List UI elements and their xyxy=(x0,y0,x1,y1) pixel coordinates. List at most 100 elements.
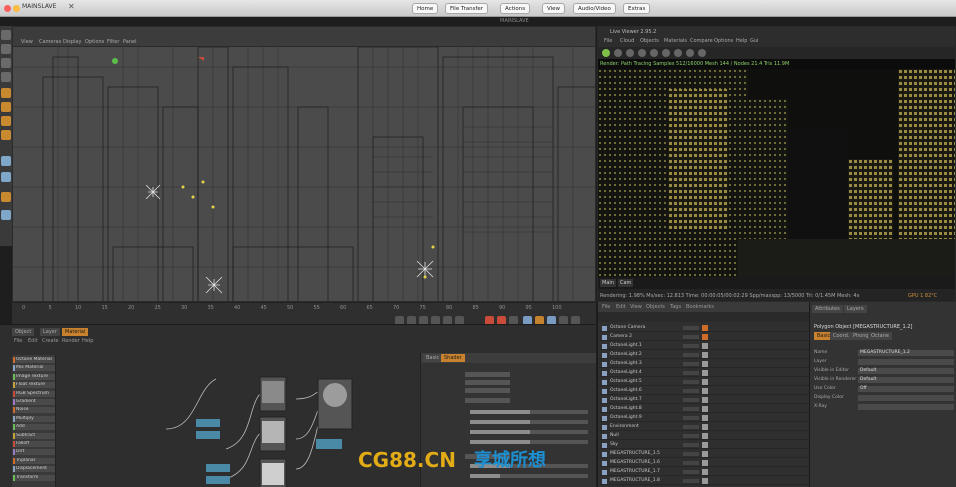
object-row[interactable]: OctaneLight.2 xyxy=(598,351,809,359)
attr-row[interactable] xyxy=(425,379,591,385)
attr-slider-row[interactable] xyxy=(425,429,591,435)
object-visibility-flags[interactable] xyxy=(683,452,699,456)
attr-slider-row[interactable] xyxy=(425,419,591,425)
viewport-menu-panel[interactable]: Panel xyxy=(123,39,137,45)
attr-tab-shader[interactable]: Shader xyxy=(441,354,465,362)
object-visibility-flags[interactable] xyxy=(683,407,699,411)
object-row[interactable]: Camera 2 xyxy=(598,333,809,341)
viewport-menu-cameras[interactable]: Cameras xyxy=(39,39,61,45)
close-tab-icon[interactable]: ✕ xyxy=(68,2,75,11)
props-tab-octane[interactable]: Octane xyxy=(868,332,892,340)
material-tag-icon[interactable] xyxy=(702,343,708,349)
node-list-item[interactable]: Noise xyxy=(13,407,55,414)
view-button[interactable]: View xyxy=(542,3,566,14)
object-visibility-flags[interactable] xyxy=(683,461,699,465)
object-row[interactable]: OctaneLight.3 xyxy=(598,360,809,368)
viewport-menu-options[interactable]: Options xyxy=(85,39,104,45)
obj-menu-edit[interactable]: Edit xyxy=(616,304,626,310)
object-row[interactable]: OctaneLight.7 xyxy=(598,396,809,404)
attr-slider-row[interactable] xyxy=(425,409,591,415)
object-visibility-flags[interactable] xyxy=(683,479,699,483)
viewport-menu-view[interactable]: View xyxy=(21,39,33,45)
attr-row[interactable] xyxy=(425,371,591,377)
object-row[interactable]: Null xyxy=(598,432,809,440)
object-visibility-flags[interactable] xyxy=(683,470,699,474)
object-row[interactable]: OctaneLight.1 xyxy=(598,342,809,350)
props-tab-attributes[interactable]: Attributes xyxy=(812,305,843,313)
property-row[interactable]: Visible in Renderer Default xyxy=(814,377,954,384)
object-visibility-flags[interactable] xyxy=(683,425,699,429)
attr-slider-row[interactable] xyxy=(425,473,591,479)
render-menu-materials[interactable]: Materials xyxy=(664,38,687,44)
node-list-item[interactable]: Triplanar xyxy=(13,457,55,464)
material-tag-icon[interactable] xyxy=(702,379,708,385)
render-menu-help[interactable]: Help xyxy=(736,38,747,44)
minimize-window-icon[interactable] xyxy=(13,5,20,12)
node-list-item[interactable]: RGB Spectrum xyxy=(13,390,55,397)
object-row[interactable]: OctaneLight.8 xyxy=(598,405,809,413)
snap-icon[interactable] xyxy=(1,172,11,182)
render-stop-icon[interactable] xyxy=(626,49,634,57)
object-visibility-flags[interactable] xyxy=(683,344,699,348)
move-tool-icon[interactable] xyxy=(1,44,11,54)
object-row[interactable]: MEGASTRUCTURE_1.8 xyxy=(598,477,809,485)
render-menu-compare[interactable]: Compare xyxy=(690,38,713,44)
viewport-menu-filter[interactable]: Filter xyxy=(107,39,119,45)
material-tag-icon[interactable] xyxy=(702,433,708,439)
property-row[interactable]: Visible in Editor Default xyxy=(814,368,954,375)
render-menu-cloud[interactable]: Cloud xyxy=(620,38,634,44)
object-visibility-flags[interactable] xyxy=(683,335,699,339)
menu-edit[interactable]: Edit xyxy=(28,338,38,344)
material-tag-icon[interactable] xyxy=(702,424,708,430)
render-pause-icon[interactable] xyxy=(638,49,646,57)
close-window-icon[interactable] xyxy=(4,5,11,12)
obj-menu-view[interactable]: View xyxy=(630,304,642,310)
property-value[interactable] xyxy=(858,404,954,410)
object-row[interactable]: MEGASTRUCTURE_1.7 xyxy=(598,468,809,476)
property-row[interactable]: Layer xyxy=(814,359,954,366)
property-value[interactable] xyxy=(858,359,954,365)
material-tag-icon[interactable] xyxy=(702,352,708,358)
property-row[interactable]: Name MEGASTRUCTURE_1.2 xyxy=(814,350,954,357)
property-value[interactable]: MEGASTRUCTURE_1.2 xyxy=(858,350,954,356)
node-list-item[interactable]: Displacement xyxy=(13,466,55,473)
material-tag-icon[interactable] xyxy=(702,388,708,394)
axis-icon[interactable] xyxy=(1,192,11,202)
property-value[interactable]: Off xyxy=(858,386,954,392)
property-value[interactable]: Default xyxy=(858,377,954,383)
obj-menu-bookmarks[interactable]: Bookmarks xyxy=(686,304,714,310)
material-tag-icon[interactable] xyxy=(702,370,708,376)
home-button[interactable]: Home xyxy=(412,3,439,14)
menu-render[interactable]: Render xyxy=(62,338,80,344)
actions-button[interactable]: Actions xyxy=(500,3,531,14)
object-visibility-flags[interactable] xyxy=(683,371,699,375)
file-transfer-button[interactable]: File Transfer xyxy=(445,3,489,14)
undo-icon[interactable] xyxy=(1,30,11,40)
render-settings-icon[interactable] xyxy=(650,49,658,57)
object-row[interactable]: OctaneLight.5 xyxy=(598,378,809,386)
object-row[interactable]: MEGASTRUCTURE_1.5 xyxy=(598,450,809,458)
material-tag-icon[interactable] xyxy=(702,325,708,331)
property-row[interactable]: X-Ray xyxy=(814,404,954,411)
material-tag-icon[interactable] xyxy=(702,460,708,466)
attr-row[interactable] xyxy=(425,397,591,403)
node-list-item[interactable]: Dirt xyxy=(13,449,55,456)
material-tag-icon[interactable] xyxy=(702,451,708,457)
material-tag-icon[interactable] xyxy=(702,361,708,367)
material-tag-icon[interactable] xyxy=(702,415,708,421)
obj-menu-file[interactable]: File xyxy=(602,304,610,310)
render-region-icon[interactable] xyxy=(686,49,694,57)
edges-mode-icon[interactable] xyxy=(1,130,11,140)
object-row[interactable]: OctaneLight.4 xyxy=(598,369,809,377)
scale-tool-icon[interactable] xyxy=(1,58,11,68)
render-menu-objects[interactable]: Objects xyxy=(640,38,659,44)
node-list-item[interactable]: Add xyxy=(13,424,55,431)
model-mode-icon[interactable] xyxy=(1,88,11,98)
node-list-item[interactable]: Multiply xyxy=(13,415,55,422)
render-lock-icon[interactable] xyxy=(662,49,670,57)
viewport-menu-display[interactable]: Display xyxy=(63,39,81,45)
extras-button[interactable]: Extras xyxy=(623,3,651,14)
render-view-cam[interactable]: Cam xyxy=(618,279,634,287)
points-mode-icon[interactable] xyxy=(1,116,11,126)
property-value[interactable]: Default xyxy=(858,368,954,374)
